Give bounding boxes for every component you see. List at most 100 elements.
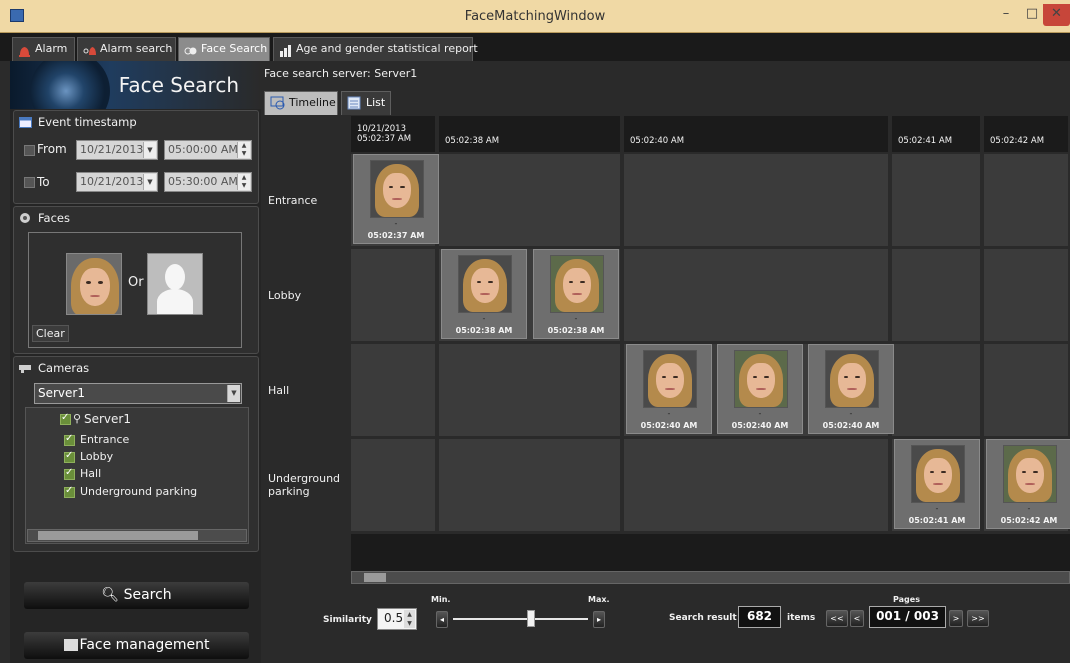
tab-face-search[interactable]: Face Search xyxy=(178,37,270,61)
face-photo xyxy=(67,254,121,314)
next-page-button[interactable]: > xyxy=(949,610,963,627)
camera-checkbox-entrance[interactable] xyxy=(64,433,75,446)
server1-checkbox[interactable] xyxy=(60,412,71,425)
similarity-increase-button[interactable]: ▸ xyxy=(593,611,605,628)
prev-page-button[interactable]: < xyxy=(850,610,864,627)
similarity-stepper[interactable]: 0.58 ▲ ▼ xyxy=(377,608,417,630)
face-photo xyxy=(825,350,879,408)
face-match-thumbnail[interactable]: - 05:02:38 AM xyxy=(533,249,619,339)
close-button[interactable]: ✕ xyxy=(1043,4,1070,26)
camera-checkbox-hall[interactable] xyxy=(64,467,75,480)
timeline-cell xyxy=(351,344,437,436)
result-count: 682 xyxy=(738,606,781,628)
search-icon: 🔍︎ xyxy=(101,587,120,603)
tab-timeline-label: Timeline xyxy=(289,96,336,109)
query-face-image[interactable] xyxy=(66,253,122,315)
dropdown-arrow-icon[interactable]: ▼ xyxy=(143,174,156,190)
timeline-cell xyxy=(624,154,890,246)
dropdown-arrow-icon[interactable]: ▼ xyxy=(143,142,156,158)
timeline-cell xyxy=(892,249,982,341)
face-management-label: Face management xyxy=(79,637,210,653)
from-date-picker[interactable]: 10/21/2013 ▼ xyxy=(76,140,158,160)
left-sidebar: Face Search Event timestamp From 10/21/2… xyxy=(10,61,261,663)
bottom-controls: Similarity 0.58 ▲ ▼ Min. Max. ◂ ▸ Search … xyxy=(261,589,1070,663)
face-search-header-title: Face Search xyxy=(118,73,239,97)
page-indicator[interactable]: 001 / 003 xyxy=(869,606,946,628)
face-match-time: 05:02:42 AM xyxy=(1000,516,1058,525)
maximize-button[interactable]: □ xyxy=(1019,4,1045,26)
server-select[interactable]: Server1 ▼ xyxy=(34,383,242,404)
spinner-arrows-icon[interactable]: ▲ ▼ xyxy=(237,174,250,190)
spinner-arrows-icon[interactable]: ▲ ▼ xyxy=(404,610,415,628)
from-time-stepper[interactable]: 05:00:00 AM ▲ ▼ xyxy=(164,140,252,160)
tab-alarm[interactable]: Alarm xyxy=(12,37,75,61)
face-match-time: 05:02:38 AM xyxy=(455,326,513,335)
camera-checkbox-underground-parking[interactable] xyxy=(64,485,75,498)
timeline-horizontal-scrollbar[interactable] xyxy=(351,571,1070,584)
timeline-cell xyxy=(351,439,437,531)
face-match-placeholder: - xyxy=(1027,504,1031,513)
timeline-tick-label: 05:02:40 AM xyxy=(630,136,685,146)
cameras-title: Cameras xyxy=(19,361,89,375)
timeline-header-cell xyxy=(624,116,890,152)
faces-panel: Faces Or Clear xyxy=(13,206,259,354)
to-checkbox[interactable] xyxy=(24,177,35,188)
to-time-stepper[interactable]: 05:30:00 AM ▲ ▼ xyxy=(164,172,252,192)
camera-underground-parking-label: Underground parking xyxy=(80,485,198,498)
face-match-thumbnail[interactable]: - 05:02:41 AM xyxy=(894,439,980,529)
face-match-thumbnail[interactable]: - 05:02:40 AM xyxy=(626,344,712,434)
face-match-placeholder: - xyxy=(574,314,578,323)
scrollbar-thumb[interactable] xyxy=(38,531,198,540)
tab-alarm-search[interactable]: Alarm search xyxy=(77,37,176,61)
face-match-thumbnail[interactable]: - 05:02:40 AM xyxy=(717,344,803,434)
camera-tree: ⚲ Server1 Entrance Lobby Hall Undergroun… xyxy=(25,407,249,544)
face-match-placeholder: - xyxy=(935,504,939,513)
last-page-button[interactable]: >> xyxy=(967,610,989,627)
timeline-first-time: 05:02:37 AM xyxy=(357,134,412,144)
timeline-header-cell xyxy=(892,116,982,152)
similarity-slider[interactable] xyxy=(453,610,588,627)
tab-age-gender-report[interactable]: Age and gender statistical report xyxy=(273,37,478,61)
face-match-thumbnail[interactable]: - 05:02:42 AM xyxy=(986,439,1070,529)
search-button[interactable]: 🔍︎ Search xyxy=(24,582,249,609)
chevron-down-icon[interactable]: ▼ xyxy=(227,385,240,402)
tab-list[interactable]: List xyxy=(341,91,391,115)
similarity-decrease-button[interactable]: ◂ xyxy=(436,611,448,628)
scrollbar-thumb[interactable] xyxy=(364,573,386,582)
faces-drop-area[interactable]: Or Clear xyxy=(28,232,242,348)
alarm-search-icon xyxy=(83,43,96,55)
timeline-row-label: Underground parking xyxy=(265,439,349,531)
first-page-button[interactable]: << xyxy=(826,610,848,627)
tree-horizontal-scrollbar[interactable] xyxy=(27,529,247,542)
face-match-thumbnail[interactable]: - 05:02:37 AM xyxy=(353,154,439,244)
face-match-thumbnail[interactable]: - 05:02:40 AM xyxy=(808,344,894,434)
minimize-button[interactable]: – xyxy=(993,4,1019,26)
clear-faces-button[interactable]: Clear xyxy=(32,325,69,342)
similarity-slider-thumb[interactable] xyxy=(527,610,535,627)
face-photo xyxy=(734,350,788,408)
face-search-icon xyxy=(184,43,197,55)
face-match-thumbnail[interactable]: - 05:02:38 AM xyxy=(441,249,527,339)
camera-checkbox-lobby[interactable] xyxy=(64,450,75,463)
face-search-header: Face Search xyxy=(10,61,261,109)
second-face-slot[interactable] xyxy=(147,253,203,315)
timeline-cell xyxy=(984,154,1070,246)
spinner-arrows-icon[interactable]: ▲ ▼ xyxy=(237,142,250,158)
from-time-value: 05:00:00 AM xyxy=(168,143,238,156)
timeline-icon xyxy=(270,96,285,110)
from-checkbox[interactable] xyxy=(24,145,35,156)
timeline-tick-label: 10/21/2013 05:02:37 AM xyxy=(357,124,411,144)
title-bar: FaceMatchingWindow – □ ✕ xyxy=(0,0,1070,33)
face-management-button[interactable]: Face management xyxy=(24,632,249,659)
face-match-placeholder: - xyxy=(758,409,762,418)
faces-label: Faces xyxy=(38,211,70,225)
face-management-icon xyxy=(63,639,78,651)
tab-face-search-label: Face Search xyxy=(201,42,268,55)
to-date-value: 10/21/2013 xyxy=(80,175,144,188)
to-date-picker[interactable]: 10/21/2013 ▼ xyxy=(76,172,158,192)
timeline-tick-label: 05:02:41 AM xyxy=(898,136,953,146)
camera-hall-label: Hall xyxy=(80,467,102,480)
tab-timeline[interactable]: Timeline xyxy=(264,91,338,115)
face-photo xyxy=(370,160,424,218)
face-match-time: 05:02:41 AM xyxy=(908,516,966,525)
